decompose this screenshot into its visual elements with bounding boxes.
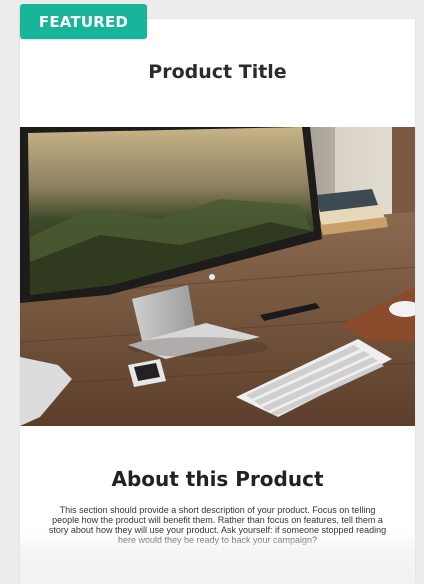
about-heading: About this Product (111, 467, 324, 491)
desktop-workspace-photo-icon (20, 127, 415, 426)
featured-badge[interactable]: FEATURED (20, 4, 147, 39)
page: FEATURED Product Title About this Produc… (0, 0, 424, 584)
hero-image (20, 127, 415, 426)
product-title: Product Title (148, 61, 287, 83)
about-description: This section should provide a short desc… (48, 505, 387, 545)
